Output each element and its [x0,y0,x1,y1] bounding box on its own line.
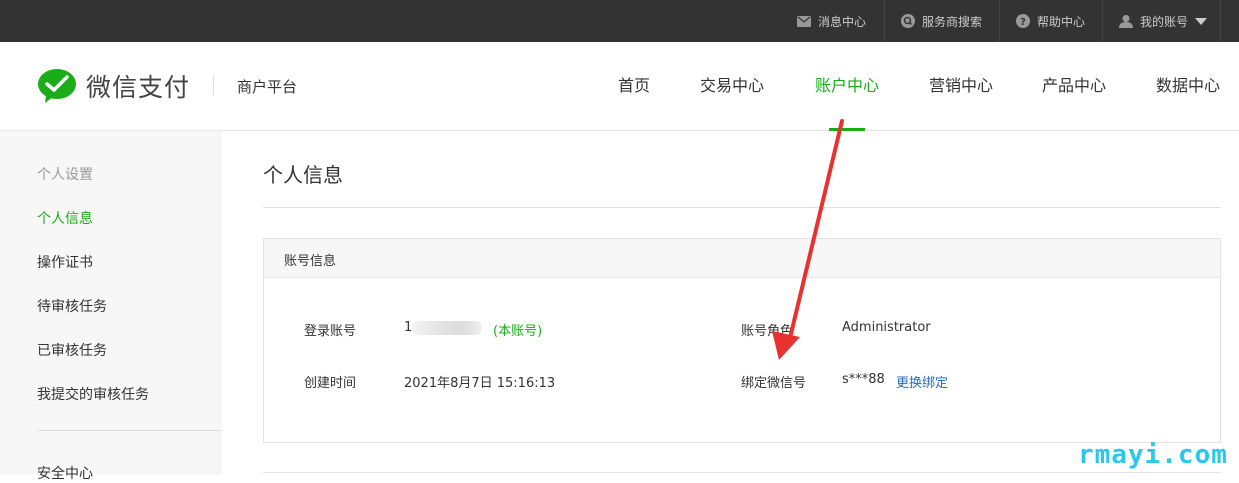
nav-product-center[interactable]: 产品中心 [1042,72,1106,96]
main-header: 微信支付 商户平台 首页 交易中心 账户中心 营销中心 产品中心 数据中心 [0,42,1239,131]
nav-data-center[interactable]: 数据中心 [1156,72,1220,96]
wechat-pay-logo[interactable]: 微信支付 [37,68,190,104]
sidebar-item-my-submitted-tasks[interactable]: 我提交的审核任务 [37,384,149,404]
bound-wechat-label: 绑定微信号 [741,376,807,391]
active-nav-indicator [829,128,865,131]
caret-down-icon [1195,17,1208,25]
user-icon [1119,15,1133,28]
provider-search-link[interactable]: 服务商搜索 [901,0,982,42]
provider-search-label: 服务商搜索 [922,14,983,29]
merchant-platform-label: 商户平台 [237,78,298,96]
divider [1220,0,1221,42]
sidebar-item-certificate[interactable]: 操作证书 [37,252,93,272]
sidebar-item-pending-tasks[interactable]: 待审核任务 [37,296,107,316]
account-role-value: Administrator [842,320,931,335]
nav-home[interactable]: 首页 [618,72,650,96]
change-binding-link[interactable]: 更换绑定 [896,372,948,391]
panel-header: 账号信息 [264,239,1220,278]
panel-title: 账号信息 [284,254,337,269]
divider [37,430,222,431]
divider [884,0,885,42]
help-label: 帮助中心 [1037,14,1086,29]
sidebar-item-reviewed-tasks[interactable]: 已审核任务 [37,340,107,360]
nav-account-center[interactable]: 账户中心 [815,72,879,96]
bound-wechat-value: s***88 [842,372,885,387]
sidebar-item-security-center[interactable]: 安全中心 [37,463,93,483]
divider [263,207,1221,208]
page-title: 个人信息 [263,163,343,187]
wechat-pay-logo-icon [38,69,76,103]
envelope-icon [797,15,811,27]
messages-label: 消息中心 [818,14,867,29]
search-icon [901,14,915,28]
sidebar-item-personal-info[interactable]: 个人信息 [37,208,93,228]
svg-text:?: ? [1020,17,1026,28]
redacted-account-blur [412,321,482,335]
sidebar-section-personal: 个人设置 [37,167,93,183]
top-bar: 消息中心 服务商搜索 ? 帮助中心 我的账号 [0,0,1239,42]
sidebar: 个人设置 个人信息 操作证书 待审核任务 已审核任务 我提交的审核任务 安全中心 [0,131,222,482]
account-menu[interactable]: 我的账号 [1119,0,1208,42]
divider [1102,0,1103,42]
watermark: rmayi.com [1078,440,1228,470]
messages-link[interactable]: 消息中心 [797,0,866,42]
account-label: 我的账号 [1140,14,1189,29]
account-role-label: 账号角色 [741,324,794,339]
logo-text: 微信支付 [86,73,191,102]
help-link[interactable]: ? 帮助中心 [1016,0,1085,42]
account-info-panel: 账号信息 登录账号 1 (本账号) 创建时间 2021年8月7日 15:16:1… [263,238,1221,443]
nav-trade-center[interactable]: 交易中心 [700,72,764,96]
divider [213,75,214,95]
created-time-value: 2021年8月7日 15:16:13 [404,376,556,391]
login-account-label: 登录账号 [304,324,357,339]
created-time-label: 创建时间 [304,376,357,391]
nav-marketing-center[interactable]: 营销中心 [929,72,993,96]
help-icon: ? [1016,14,1030,28]
divider [999,0,1000,42]
this-account-tag: (本账号) [493,324,543,339]
